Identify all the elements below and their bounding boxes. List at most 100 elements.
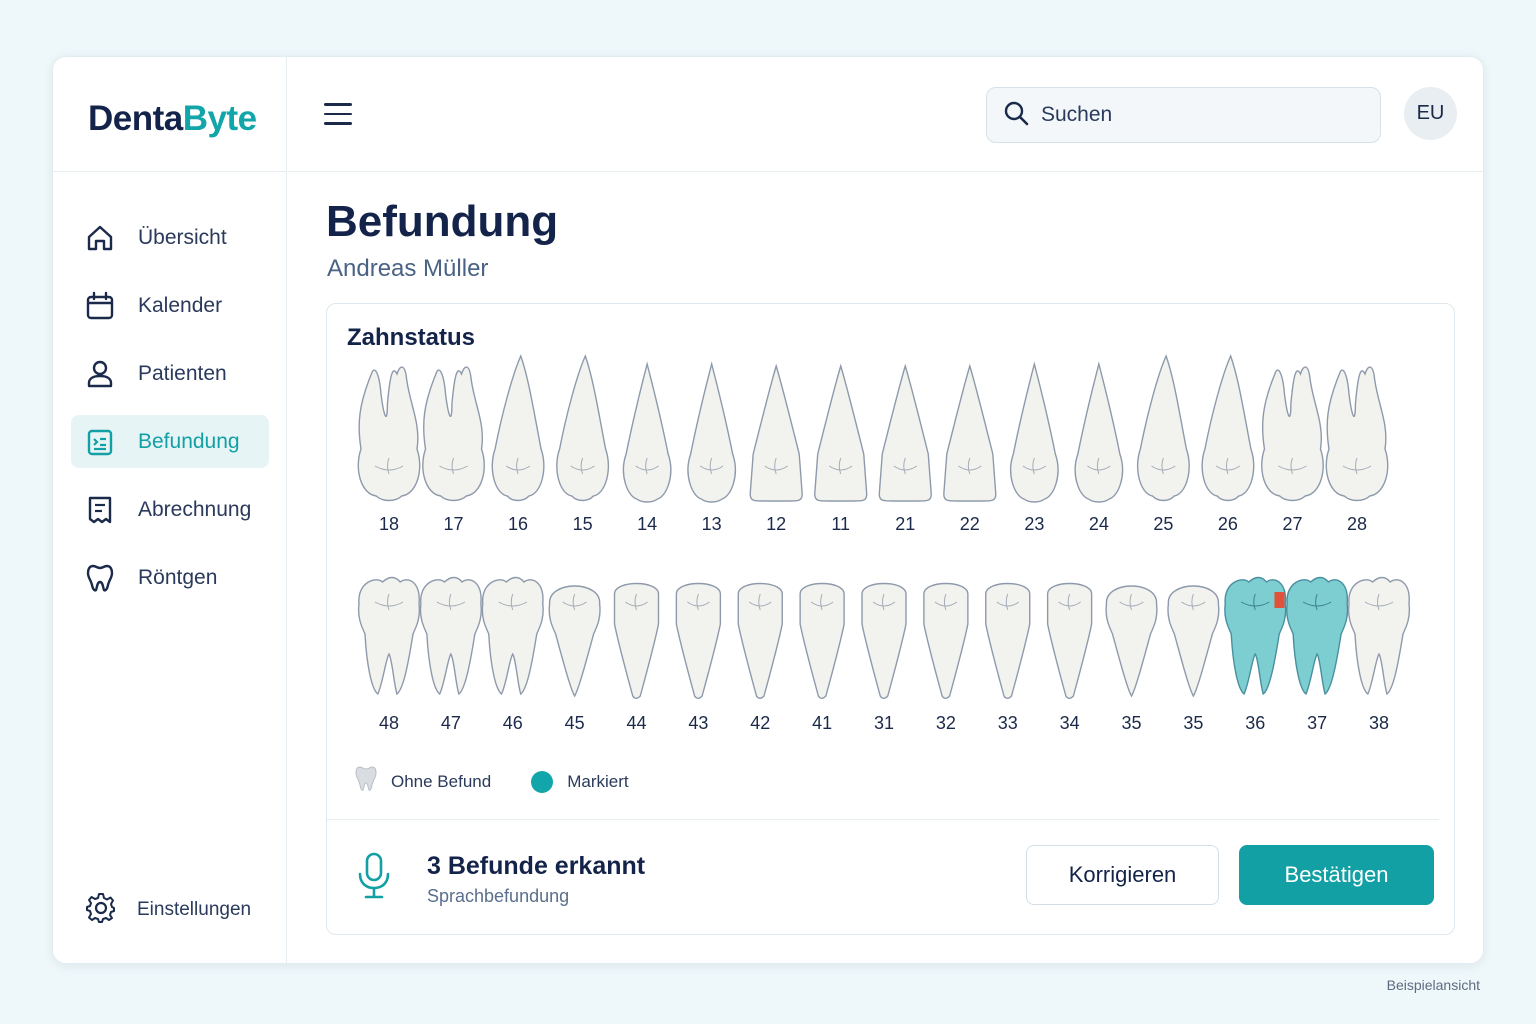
tooth-23[interactable] (1009, 361, 1059, 503)
home-icon (85, 223, 115, 253)
tooth-12[interactable] (749, 363, 803, 502)
tooth-43[interactable] (675, 582, 722, 699)
confirm-button[interactable]: Bestätigen (1239, 845, 1434, 905)
sidebar-item-patienten[interactable]: Patienten (71, 347, 269, 400)
tooth-shape (1136, 354, 1190, 502)
tooth-11[interactable] (814, 363, 868, 502)
tooth-shape (491, 354, 545, 502)
sidebar-item-kalender[interactable]: Kalender (71, 279, 269, 332)
legend-item-marked: Markiert (531, 770, 629, 793)
tooth-15[interactable] (556, 354, 610, 502)
tooth-27[interactable] (1261, 366, 1324, 502)
tooth-number: 24 (1089, 514, 1109, 534)
tooth-32[interactable] (923, 582, 969, 699)
tooth-shape (861, 582, 907, 699)
tooth-shape (1261, 366, 1324, 502)
tooth-36-marked[interactable] (1224, 576, 1287, 696)
tooth-shape (675, 582, 722, 699)
sidebar-item-uebersicht[interactable]: Übersicht (71, 211, 269, 264)
tooth-shape (1325, 366, 1389, 502)
tooth-46[interactable] (481, 576, 544, 696)
tooth-number: 33 (998, 713, 1018, 733)
tooth-number: 25 (1153, 514, 1173, 534)
hamburger-icon-line (324, 103, 352, 106)
correct-button[interactable]: Korrigieren (1026, 845, 1219, 905)
search-input[interactable] (1041, 103, 1341, 127)
tooth-44[interactable] (613, 582, 660, 699)
tooth-shape (799, 582, 845, 699)
tooth-icon (85, 563, 115, 593)
tooth-34[interactable] (1046, 582, 1093, 699)
tooth-number: 34 (1060, 713, 1080, 733)
tooth-16[interactable] (491, 354, 545, 502)
calendar-icon (85, 291, 115, 321)
sidebar-item-befundung[interactable]: Befundung (71, 415, 269, 468)
tooth-icon (355, 766, 377, 797)
patient-name: Andreas Müller (327, 255, 489, 282)
tooth-number: 28 (1347, 514, 1367, 534)
tooth-38[interactable] (1347, 576, 1411, 696)
search-box[interactable] (986, 87, 1381, 143)
tooth-24[interactable] (1074, 361, 1124, 503)
tooth-37-marked[interactable] (1286, 576, 1349, 696)
tooth-shape (622, 361, 672, 503)
tooth-31[interactable] (861, 582, 907, 699)
tooth-35[interactable] (1105, 585, 1158, 698)
tooth-number: 35 (1121, 713, 1141, 733)
tooth-number: 17 (444, 514, 464, 534)
tooth-35[interactable] (1167, 585, 1220, 698)
tooth-number: 21 (895, 514, 915, 534)
tooth-shape (1167, 585, 1220, 698)
tooth-number: 37 (1307, 713, 1327, 733)
tooth-28[interactable] (1325, 366, 1389, 502)
tooth-shape (556, 354, 610, 502)
tooth-number: 18 (379, 514, 399, 534)
sidebar-item-roentgen[interactable]: Röntgen (71, 551, 269, 604)
tooth-shape (1074, 361, 1124, 503)
tooth-17[interactable] (422, 366, 485, 502)
sidebar-item-abrechnung[interactable]: Abrechnung (71, 483, 269, 536)
page-title: Befundung (326, 197, 559, 246)
sidebar-nav: Übersicht Kalender Patienten Befundung A… (71, 211, 269, 619)
tooth-number: 31 (874, 713, 894, 733)
findings-subtitle: Sprachbefundung (427, 886, 570, 906)
tooth-number: 26 (1218, 514, 1238, 534)
tooth-shape (749, 363, 803, 502)
tooth-45[interactable] (548, 585, 601, 698)
menu-button[interactable] (324, 103, 352, 127)
tooth-18[interactable] (357, 366, 421, 502)
tooth-47[interactable] (419, 576, 482, 696)
microphone-icon (357, 852, 391, 907)
sidebar: DentaByte Übersicht Kalender Patienten B… (53, 57, 287, 963)
tooth-shape (943, 363, 997, 502)
tooth-number: 15 (573, 514, 593, 534)
search-icon (1003, 100, 1029, 131)
tooth-25[interactable] (1136, 354, 1190, 502)
receipt-icon (85, 495, 115, 525)
legend-item-none: Ohne Befund (355, 766, 491, 797)
tooth-48[interactable] (357, 576, 421, 696)
tooth-13[interactable] (687, 361, 737, 503)
tooth-number: 11 (831, 514, 850, 534)
app-window: DentaByte Übersicht Kalender Patienten B… (52, 56, 1484, 964)
tooth-shape (357, 366, 421, 502)
avatar[interactable]: EU (1404, 87, 1457, 140)
tooth-14[interactable] (622, 361, 672, 503)
sidebar-item-einstellungen[interactable]: Einstellungen (85, 891, 251, 928)
tooth-41[interactable] (799, 582, 845, 699)
tooth-42[interactable] (737, 582, 783, 699)
sidebar-item-label: Kalender (138, 293, 223, 317)
tooth-26[interactable] (1201, 354, 1255, 502)
brand-logo[interactable]: DentaByte (88, 99, 257, 139)
tooth-number: 42 (750, 713, 770, 733)
tooth-22[interactable] (943, 363, 997, 502)
tooth-33[interactable] (985, 582, 1031, 699)
tooth-number: 23 (1024, 514, 1044, 534)
tooth-21[interactable] (878, 363, 932, 502)
settings-label: Einstellungen (137, 898, 252, 920)
legend-label-none: Ohne Befund (391, 771, 492, 791)
tooth-shape (985, 582, 1031, 699)
tooth-number: 16 (508, 514, 528, 534)
tooth-shape (878, 363, 932, 502)
sidebar-item-label: Befundung (138, 429, 240, 453)
